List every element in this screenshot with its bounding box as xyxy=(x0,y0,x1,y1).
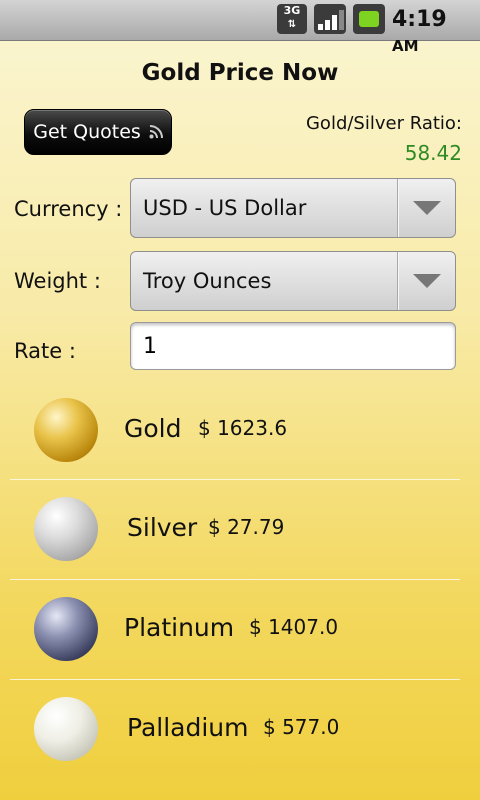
metal-price: $ 1407.0 xyxy=(249,615,339,639)
3g-data-icon: 3G ⇅ xyxy=(277,4,307,34)
clock-ampm: AM xyxy=(392,37,419,55)
weight-select[interactable]: Troy Ounces xyxy=(130,251,456,311)
rate-input[interactable] xyxy=(130,322,456,370)
currency-label: Currency : xyxy=(14,197,123,221)
signal-icon xyxy=(314,4,346,34)
metal-price: $ 27.79 xyxy=(208,515,285,539)
metal-price: $ 1623.6 xyxy=(198,416,288,440)
get-quotes-label: Get Quotes xyxy=(33,121,141,143)
metal-name: Platinum xyxy=(124,613,235,642)
platinum-ball-icon xyxy=(34,597,98,661)
currency-value: USD - US Dollar xyxy=(143,196,307,220)
gold-ball-icon xyxy=(34,398,98,462)
divider xyxy=(397,252,398,310)
ratio-label: Gold/Silver Ratio: xyxy=(305,113,462,134)
divider xyxy=(397,179,398,237)
rss-icon xyxy=(149,125,163,139)
currency-select[interactable]: USD - US Dollar xyxy=(130,178,456,238)
network-type-label: 3G xyxy=(283,4,301,17)
palladium-ball-icon xyxy=(34,697,98,761)
silver-ball-icon xyxy=(34,497,98,561)
dropdown-arrow-icon xyxy=(413,274,441,288)
status-bar: 3G ⇅ 4:19 AM xyxy=(0,0,480,55)
rate-label: Rate : xyxy=(14,339,76,363)
metal-price: $ 577.0 xyxy=(263,715,340,739)
ratio-value: 58.42 xyxy=(404,141,462,165)
clock-time: 4:19 xyxy=(392,7,447,32)
status-clock: 4:19 AM xyxy=(392,7,480,57)
weight-label: Weight : xyxy=(14,269,101,293)
get-quotes-button[interactable]: Get Quotes xyxy=(24,109,172,155)
metal-name: Silver xyxy=(127,513,198,542)
metal-name: Palladium xyxy=(127,713,249,742)
metal-name: Gold xyxy=(124,414,182,443)
page-title: Gold Price Now xyxy=(141,60,339,86)
data-arrows-icon: ⇅ xyxy=(287,19,297,30)
weight-value: Troy Ounces xyxy=(143,269,272,293)
dropdown-arrow-icon xyxy=(413,201,441,215)
battery-charging-icon xyxy=(353,4,385,34)
